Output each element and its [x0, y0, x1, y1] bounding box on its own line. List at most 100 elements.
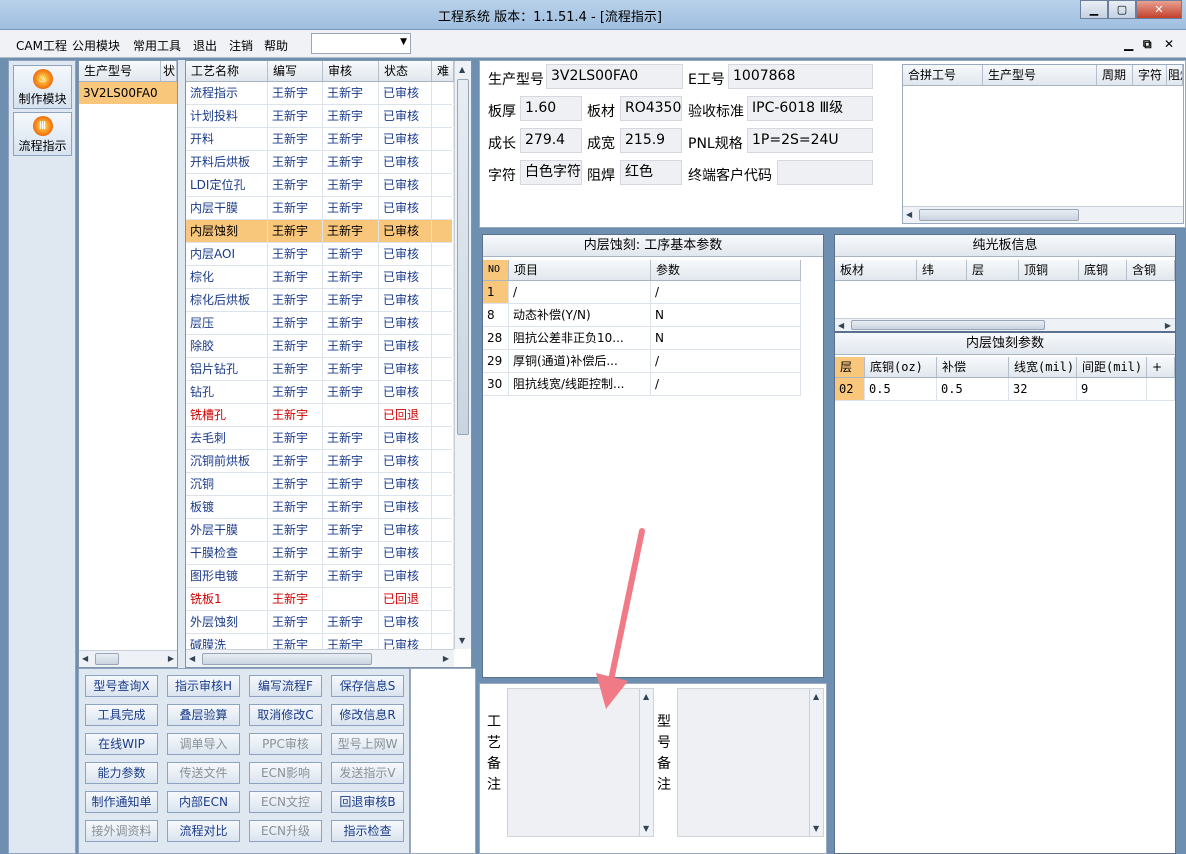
merge-hscroll-thumb[interactable] — [919, 209, 1079, 221]
header-no[interactable]: NO — [483, 260, 509, 280]
action-button[interactable]: 接外调资料 — [85, 820, 158, 842]
field-length[interactable]: 279.4 — [520, 128, 582, 153]
model-hscroll[interactable]: ◀ ▶ — [79, 650, 177, 667]
action-button[interactable]: 工具完成 — [85, 704, 158, 726]
field-e-number[interactable]: 1007868 — [728, 64, 873, 89]
scroll-down-icon[interactable]: ▼ — [813, 824, 819, 833]
process-row[interactable]: 碱膜洗 王新宇 王新宇 已审核 — [186, 634, 454, 649]
header-writer[interactable]: 编写 — [268, 61, 323, 81]
process-hscroll[interactable]: ◀ ▶ — [186, 649, 454, 667]
header-status[interactable]: 状态 — [379, 61, 432, 81]
menu-tools[interactable]: 常用工具 — [133, 37, 181, 54]
maximize-icon[interactable]: ▢ — [1108, 0, 1136, 19]
action-button[interactable]: 传送文件 — [167, 762, 240, 784]
scroll-up-icon[interactable]: ▲ — [813, 692, 819, 701]
process-row[interactable]: 铝片钻孔 王新宇 王新宇 已审核 — [186, 358, 454, 381]
header-model[interactable]: 生产型号 — [79, 61, 161, 81]
menu-cam[interactable]: CAM工程 — [16, 37, 67, 54]
process-row[interactable]: 层压 王新宇 王新宇 已审核 — [186, 312, 454, 335]
field-material[interactable]: RO4350B — [620, 96, 682, 121]
process-row[interactable]: 图形电镀 王新宇 王新宇 已审核 — [186, 565, 454, 588]
action-button[interactable]: ECN升级 — [249, 820, 322, 842]
scroll-right-icon[interactable]: ▶ — [168, 654, 174, 663]
action-button[interactable]: 流程对比 — [167, 820, 240, 842]
action-button[interactable]: 编写流程F — [249, 675, 322, 697]
scroll-thumb[interactable] — [95, 653, 119, 665]
action-button[interactable]: 型号查询X — [85, 675, 158, 697]
field-customer-code[interactable] — [777, 160, 873, 185]
scroll-down-icon[interactable]: ▼ — [459, 636, 465, 645]
process-row[interactable]: 棕化后烘板 王新宇 王新宇 已审核 — [186, 289, 454, 312]
process-row[interactable]: 钻孔 王新宇 王新宇 已审核 — [186, 381, 454, 404]
process-row[interactable]: 开料 王新宇 王新宇 已审核 — [186, 128, 454, 151]
light-board-thumb[interactable] — [851, 320, 1045, 330]
module-make-button[interactable]: ♨ 制作模块 — [13, 65, 72, 109]
process-row[interactable]: 内层AOI 王新宇 王新宇 已审核 — [186, 243, 454, 266]
model-note-memo[interactable]: ▲ ▼ — [677, 688, 824, 837]
param-row[interactable]: 30 阻抗线宽/线距控制... / — [483, 373, 801, 396]
merge-hscroll[interactable]: ◀ — [903, 206, 1183, 223]
header-cu[interactable]: 含铜 — [1127, 260, 1175, 280]
mdi-minimize-icon[interactable]: ▁ — [1124, 37, 1133, 51]
header-etch-comp[interactable]: 补偿 — [937, 357, 1009, 377]
field-thickness[interactable]: 1.60 — [520, 96, 582, 121]
field-model[interactable]: 3V2LS00FA0 — [546, 64, 683, 89]
mdi-restore-icon[interactable]: ⧉ — [1143, 37, 1152, 52]
header-etch-lw[interactable]: 线宽(mil) — [1009, 357, 1077, 377]
action-button[interactable]: 指示审核H — [167, 675, 240, 697]
process-row[interactable]: 流程指示 王新宇 王新宇 已审核 — [186, 82, 454, 105]
process-row[interactable]: 干膜检查 王新宇 王新宇 已审核 — [186, 542, 454, 565]
action-button[interactable]: 内部ECN — [167, 791, 240, 813]
action-button[interactable]: 修改信息R — [331, 704, 404, 726]
process-row[interactable]: 去毛刺 王新宇 王新宇 已审核 — [186, 427, 454, 450]
action-button[interactable]: 在线WIP — [85, 733, 158, 755]
process-row[interactable]: 棕化 王新宇 王新宇 已审核 — [186, 266, 454, 289]
process-row[interactable]: 计划投料 王新宇 王新宇 已审核 — [186, 105, 454, 128]
header-etch-add[interactable]: + — [1147, 357, 1175, 377]
light-board-hscroll[interactable]: ◀ ▶ — [835, 318, 1175, 331]
menu-exit[interactable]: 退出 — [193, 37, 217, 54]
model-row-selected[interactable]: 3V2LS00FA0 — [79, 82, 177, 104]
process-row[interactable]: 内层干膜 王新宇 王新宇 已审核 — [186, 197, 454, 220]
header-item[interactable]: 项目 — [509, 260, 651, 280]
mdi-close-icon[interactable]: ✕ — [1164, 37, 1174, 51]
scroll-left-icon[interactable]: ◀ — [189, 654, 195, 663]
splitter[interactable] — [178, 60, 185, 668]
action-button[interactable]: ECN文控 — [249, 791, 322, 813]
field-character[interactable]: 白色字符 — [520, 160, 582, 185]
action-button[interactable]: 能力参数 — [85, 762, 158, 784]
header-difficulty[interactable]: 难 — [432, 61, 454, 81]
header-merge-mask[interactable]: 阻焊 — [1167, 65, 1183, 85]
scroll-right-icon[interactable]: ▶ — [443, 654, 449, 663]
process-row[interactable]: 铣板1 王新宇 已回退 — [186, 588, 454, 611]
header-merge-no[interactable]: 合拼工号 — [903, 65, 983, 85]
process-row[interactable]: 外层干膜 王新宇 王新宇 已审核 — [186, 519, 454, 542]
action-button[interactable]: PPC审核 — [249, 733, 322, 755]
process-vscroll[interactable]: ▲ ▼ — [454, 61, 471, 649]
module-flow-button[interactable]: Ⅲ 流程指示 — [13, 112, 72, 156]
header-reviewer[interactable]: 审核 — [323, 61, 379, 81]
scroll-right-icon[interactable]: ▶ — [1165, 321, 1171, 330]
process-hscroll-thumb[interactable] — [202, 653, 372, 665]
action-button[interactable]: 制作通知单 — [85, 791, 158, 813]
menu-common-modules[interactable]: 公用模块 — [72, 37, 120, 54]
param-row[interactable]: 29 厚铜(通道)补偿后... / — [483, 350, 801, 373]
process-row[interactable]: 内层蚀刻 王新宇 王新宇 已审核 — [186, 220, 454, 243]
process-row[interactable]: LDI定位孔 王新宇 王新宇 已审核 — [186, 174, 454, 197]
etch-row[interactable]: 02 0.5 0.5 32 9 — [835, 378, 1175, 401]
close-icon[interactable]: ✕ — [1136, 0, 1182, 19]
action-button[interactable]: 保存信息S — [331, 675, 404, 697]
scroll-left-icon[interactable]: ◀ — [838, 321, 844, 330]
scroll-down-icon[interactable]: ▼ — [643, 824, 649, 833]
param-row[interactable]: 28 阻抗公差非正负10... N — [483, 327, 801, 350]
header-top-cu[interactable]: 顶铜 — [1019, 260, 1079, 280]
process-row[interactable]: 沉铜 王新宇 王新宇 已审核 — [186, 473, 454, 496]
process-row[interactable]: 铣槽孔 王新宇 已回退 — [186, 404, 454, 427]
process-vscroll-thumb[interactable] — [457, 79, 469, 435]
action-button[interactable]: 指示检查 — [331, 820, 404, 842]
action-button[interactable]: 发送指示V — [331, 762, 404, 784]
menu-logout[interactable]: 注销 — [229, 37, 253, 54]
header-etch-sp[interactable]: 间距(mil) — [1077, 357, 1147, 377]
action-button[interactable]: 取消修改C — [249, 704, 322, 726]
field-solder-mask[interactable]: 红色 — [620, 160, 682, 185]
